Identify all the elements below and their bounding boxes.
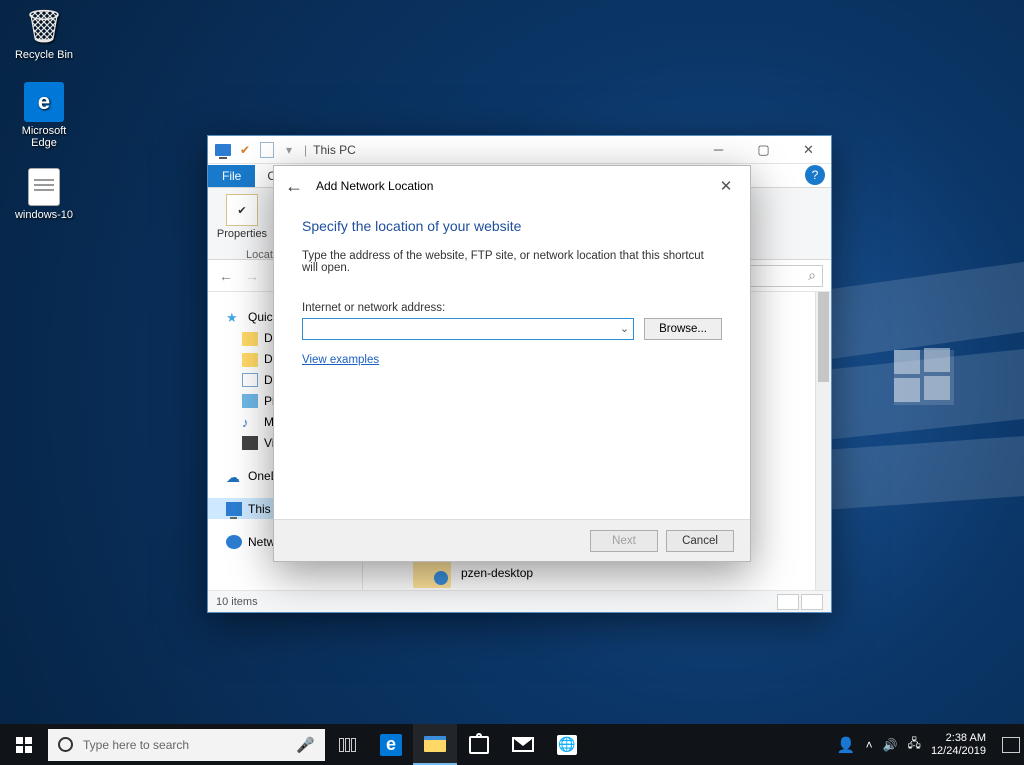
checkmark-icon: ✔: [226, 194, 258, 226]
desktop-background-art: [824, 250, 1024, 550]
videos-icon: [242, 436, 258, 450]
clock-date: 12/24/2019: [931, 745, 986, 758]
ribbon-properties-button[interactable]: ✔ Properties: [216, 192, 268, 255]
back-button[interactable]: ←: [216, 268, 236, 284]
cloud-icon: [226, 469, 242, 483]
pc-icon: [226, 502, 242, 516]
search-placeholder: Type here to search: [83, 738, 189, 752]
taskbar-edge[interactable]: e: [369, 724, 413, 765]
windows-icon: [16, 737, 32, 753]
ribbon-button-label: Properties: [216, 228, 268, 240]
properties-qat-icon[interactable]: [236, 141, 254, 159]
clock-time: 2:38 AM: [931, 732, 986, 745]
view-examples-link[interactable]: View examples: [302, 354, 379, 366]
minimize-button[interactable]: ─: [696, 136, 741, 164]
taskbar-app[interactable]: 🌐: [545, 724, 589, 765]
system-tray: 👤 ˄ 🔊 🖧 2:38 AM 12/24/2019: [837, 732, 1024, 758]
browse-button[interactable]: Browse...: [644, 318, 722, 340]
scrollbar[interactable]: [815, 292, 831, 590]
window-title: This PC: [313, 143, 356, 157]
dropdown-icon[interactable]: ⌄: [620, 322, 629, 335]
desktop-icon-recycle-bin[interactable]: Recycle Bin: [8, 6, 80, 61]
pictures-icon: [242, 394, 258, 408]
taskbar-search[interactable]: Type here to search 🎤: [48, 729, 325, 761]
task-view-button[interactable]: [325, 724, 369, 765]
network-location-icon: [413, 558, 451, 588]
desktop-icon-edge[interactable]: Microsoft Edge: [8, 82, 80, 149]
wizard-description: Type the address of the website, FTP sit…: [302, 250, 722, 274]
text-file-icon: [28, 168, 60, 206]
desktop-icon-label: windows-10: [8, 209, 80, 221]
action-center-icon[interactable]: [1002, 737, 1020, 753]
wizard-close-button[interactable]: ✕: [710, 172, 742, 200]
store-icon: [469, 736, 489, 754]
network-tray-icon[interactable]: 🖧: [908, 734, 921, 755]
tray-chevron-up-icon[interactable]: ˄: [866, 738, 873, 752]
view-details-button[interactable]: [777, 594, 799, 610]
ribbon-tab-file[interactable]: File: [208, 165, 255, 187]
folder-icon: [242, 353, 258, 367]
forward-button[interactable]: →: [242, 268, 262, 284]
wizard-title: Add Network Location: [316, 179, 433, 193]
close-button[interactable]: ✕: [786, 136, 831, 164]
network-location-label: pzen-desktop: [461, 566, 533, 580]
taskbar-file-explorer[interactable]: [413, 724, 457, 765]
address-label: Internet or network address:: [302, 302, 722, 314]
star-icon: [226, 310, 242, 324]
window-titlebar[interactable]: ▾ | This PC ─ ▢ ✕: [208, 136, 831, 164]
cancel-button[interactable]: Cancel: [666, 530, 734, 552]
folder-icon: [242, 332, 258, 346]
documents-icon: [242, 373, 258, 387]
recycle-bin-icon: [24, 6, 64, 46]
wizard-heading: Specify the location of your website: [302, 218, 722, 234]
app-icon: 🌐: [557, 735, 577, 755]
view-large-button[interactable]: [801, 594, 823, 610]
desktop-icon-label: Recycle Bin: [8, 49, 80, 61]
wizard-titlebar[interactable]: ← Add Network Location ✕: [274, 166, 750, 206]
desktop-icon-textfile[interactable]: windows-10: [8, 168, 80, 221]
address-input[interactable]: ⌄: [302, 318, 634, 340]
status-item-count: 10 items: [216, 596, 258, 608]
new-folder-qat-icon[interactable]: [258, 141, 276, 159]
mic-icon[interactable]: 🎤: [296, 736, 315, 754]
edge-icon: [24, 82, 64, 122]
desktop-icon-label: Microsoft Edge: [8, 125, 80, 149]
music-icon: [242, 415, 258, 429]
edge-icon: e: [380, 734, 402, 756]
app-icon: [214, 141, 232, 159]
cortana-icon: [58, 737, 73, 752]
taskbar: Type here to search 🎤 e 🌐 👤 ˄ 🔊 🖧 2:38 A…: [0, 724, 1024, 765]
wizard-back-button[interactable]: ←: [282, 176, 306, 197]
folder-icon: [424, 736, 446, 752]
taskbar-store[interactable]: [457, 724, 501, 765]
scrollbar-thumb[interactable]: [818, 292, 829, 382]
task-view-icon: [339, 738, 356, 752]
status-bar: 10 items: [208, 590, 831, 612]
maximize-button[interactable]: ▢: [741, 136, 786, 164]
search-icon: ⌕: [808, 267, 816, 284]
qat-dropdown-icon[interactable]: ▾: [286, 143, 292, 157]
start-button[interactable]: [0, 724, 48, 765]
wizard-body: Specify the location of your website Typ…: [274, 206, 750, 519]
network-icon: [226, 535, 242, 549]
clock[interactable]: 2:38 AM 12/24/2019: [931, 732, 992, 758]
taskbar-mail[interactable]: [501, 724, 545, 765]
next-button[interactable]: Next: [590, 530, 658, 552]
wizard-footer: Next Cancel: [274, 519, 750, 561]
add-network-location-wizard: ← Add Network Location ✕ Specify the loc…: [273, 165, 751, 562]
quick-access-toolbar: ▾: [214, 141, 298, 159]
people-icon[interactable]: 👤: [837, 736, 856, 754]
help-icon[interactable]: ?: [805, 165, 825, 185]
mail-icon: [512, 737, 534, 752]
volume-icon[interactable]: 🔊: [883, 738, 898, 752]
